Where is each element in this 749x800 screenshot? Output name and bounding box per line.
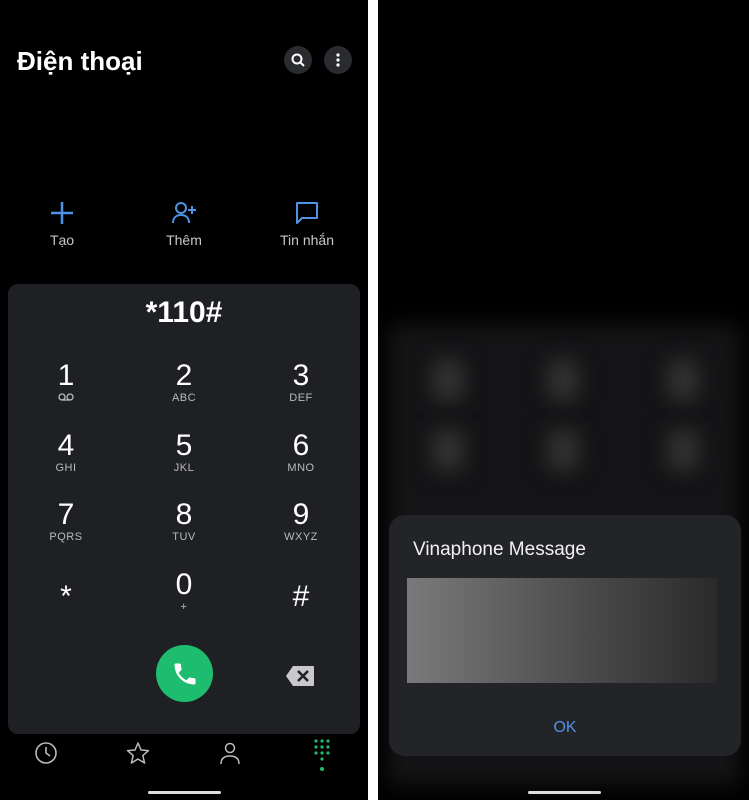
key-letters: DEF bbox=[289, 392, 313, 404]
plus-icon bbox=[51, 202, 73, 224]
action-label: Tin nhắn bbox=[280, 232, 334, 248]
backspace-button[interactable] bbox=[285, 665, 315, 692]
message-icon bbox=[296, 202, 318, 224]
person-icon bbox=[220, 742, 240, 765]
action-label: Thêm bbox=[166, 232, 202, 248]
key-letters: GHI bbox=[55, 462, 77, 474]
dialer-screen: Điện thoại Tạo Thêm Tin nhắn *110# 1 2 ABC… bbox=[0, 0, 368, 800]
key-digit: 6 bbox=[292, 429, 310, 462]
key-3[interactable]: 4 GHI bbox=[16, 430, 116, 476]
key-10[interactable]: 0 + bbox=[134, 569, 234, 615]
star-icon bbox=[126, 742, 150, 764]
nav-keypad[interactable] bbox=[307, 738, 337, 774]
key-letters: WXYZ bbox=[284, 531, 318, 543]
message-button[interactable]: Tin nhắn bbox=[257, 200, 357, 248]
nav-favorites[interactable] bbox=[123, 738, 153, 768]
action-label: Tạo bbox=[49, 232, 75, 248]
dialog-message-redacted bbox=[407, 578, 717, 683]
add-contact-button[interactable]: Thêm bbox=[134, 200, 234, 248]
key-digit: 7 bbox=[57, 498, 75, 531]
key-digit: 4 bbox=[57, 429, 75, 462]
key-letters: MNO bbox=[287, 462, 315, 474]
home-indicator bbox=[528, 791, 601, 794]
clock-icon bbox=[35, 742, 57, 764]
key-digit: 2 bbox=[175, 359, 193, 392]
key-digit: 5 bbox=[175, 429, 193, 462]
key-digit: 3 bbox=[292, 359, 310, 392]
dialpad-icon bbox=[314, 739, 330, 771]
backspace-icon bbox=[286, 666, 314, 686]
key-0[interactable]: 1 bbox=[16, 360, 116, 406]
phone-icon bbox=[174, 663, 195, 684]
search-icon bbox=[291, 53, 305, 67]
more-vert-icon bbox=[336, 53, 340, 67]
key-1[interactable]: 2 ABC bbox=[134, 360, 234, 406]
nav-contacts[interactable] bbox=[215, 738, 245, 768]
search-button[interactable] bbox=[284, 46, 312, 74]
page-title: Điện thoại bbox=[17, 46, 143, 76]
key-4[interactable]: 5 JKL bbox=[134, 430, 234, 476]
key-letters: ABC bbox=[171, 392, 197, 404]
key-9[interactable]: * bbox=[16, 569, 116, 627]
key-6[interactable]: 7 PQRS bbox=[16, 499, 116, 545]
add-person-icon bbox=[172, 202, 196, 224]
key-5[interactable]: 6 MNO bbox=[251, 430, 351, 476]
ok-button[interactable]: OK bbox=[389, 719, 741, 737]
key-digit: # bbox=[292, 580, 310, 613]
voicemail-icon bbox=[16, 392, 116, 406]
dialed-number[interactable]: *110# bbox=[0, 296, 368, 330]
key-digit: 9 bbox=[292, 498, 310, 531]
key-letters: + bbox=[180, 601, 188, 613]
key-7[interactable]: 8 TUV bbox=[134, 499, 234, 545]
key-11[interactable]: # bbox=[251, 569, 351, 627]
key-2[interactable]: 3 DEF bbox=[251, 360, 351, 406]
ussd-screen: Vinaphone Message OK bbox=[378, 0, 749, 800]
key-digit: * bbox=[60, 580, 72, 613]
key-digit: 0 bbox=[175, 568, 193, 601]
key-letters bbox=[16, 613, 116, 627]
key-digit: 1 bbox=[57, 359, 75, 392]
key-letters: TUV bbox=[172, 531, 196, 543]
ussd-dialog: Vinaphone Message OK bbox=[389, 515, 741, 756]
key-letters: PQRS bbox=[49, 531, 83, 543]
home-indicator bbox=[148, 791, 221, 794]
key-letters: JKL bbox=[173, 462, 195, 474]
create-contact-button[interactable]: Tạo bbox=[12, 200, 112, 248]
key-8[interactable]: 9 WXYZ bbox=[251, 499, 351, 545]
dialog-title: Vinaphone Message bbox=[413, 539, 586, 560]
key-letters bbox=[251, 613, 351, 627]
nav-recents[interactable] bbox=[31, 738, 61, 768]
call-button[interactable] bbox=[156, 645, 213, 702]
more-options-button[interactable] bbox=[324, 46, 352, 74]
key-digit: 8 bbox=[175, 498, 193, 531]
